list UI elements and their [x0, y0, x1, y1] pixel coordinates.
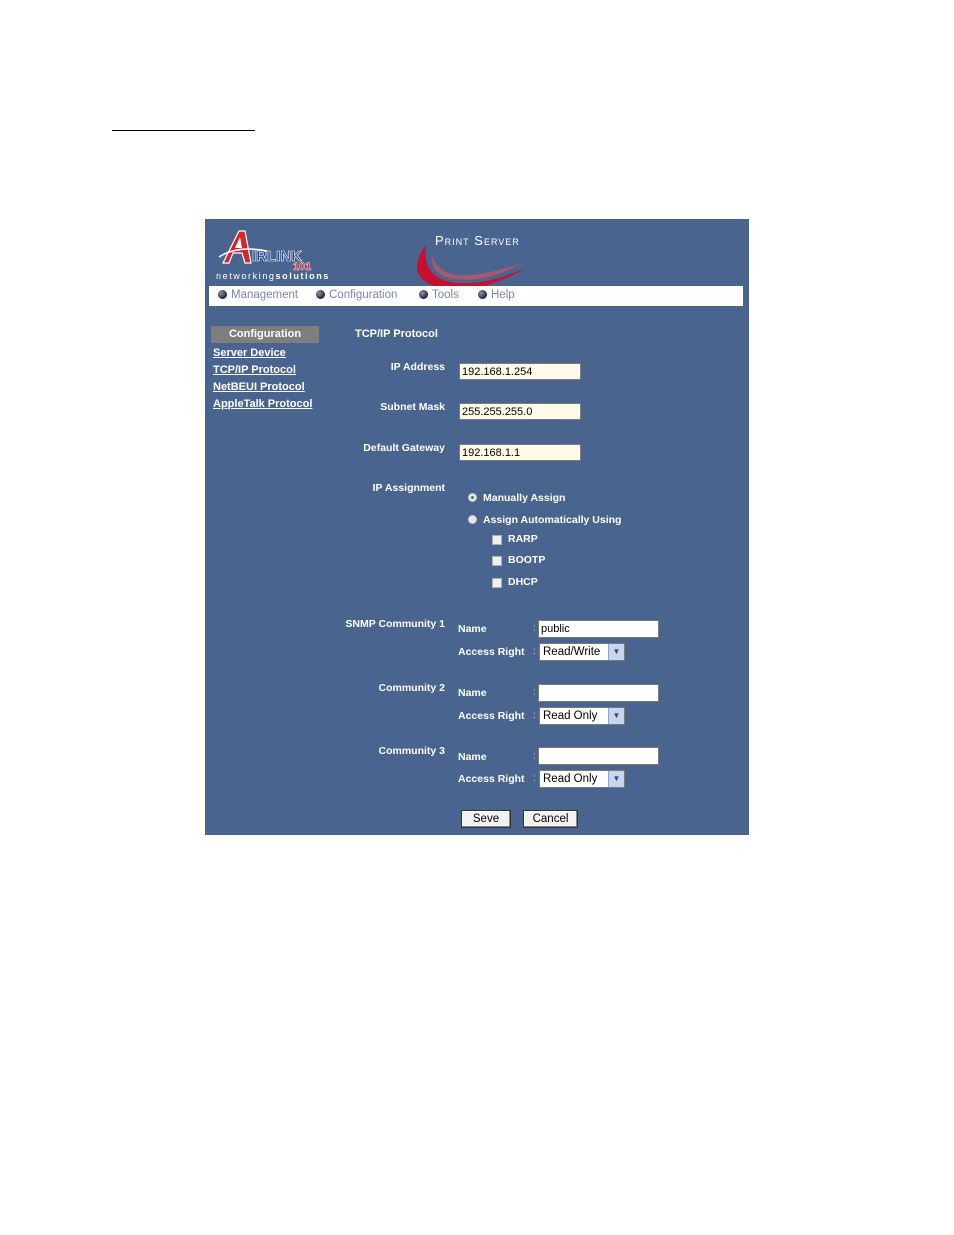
ip-assignment-label: IP Assignment	[372, 482, 445, 494]
community-1-name-label: Name	[458, 623, 487, 635]
community-3-title: Community 3	[378, 745, 445, 757]
sidebar-heading: Configuration	[211, 326, 319, 343]
colon-separator: :	[533, 623, 536, 634]
top-nav-bar: Management Configuration Tools Help	[209, 286, 743, 306]
nav-tools[interactable]: Tools	[419, 289, 459, 301]
ip-address-input[interactable]	[459, 363, 581, 380]
colon-separator: :	[533, 646, 536, 657]
bootp-label: BOOTP	[508, 554, 546, 566]
colon-separator: :	[533, 710, 536, 721]
community-2-name-label: Name	[458, 687, 487, 699]
logo-tagline: networkingsolutions	[216, 271, 330, 281]
manual-assign-label: Manually Assign	[483, 492, 566, 504]
sidebar-item-netbeui[interactable]: NetBEUI Protocol	[213, 381, 305, 393]
manual-assign-radio[interactable]	[468, 493, 477, 502]
community-3-access-select[interactable]: Read Only ▼	[539, 770, 625, 788]
community-1-access-select[interactable]: Read/Write ▼	[539, 643, 625, 661]
community-2-access-value: Read Only	[543, 710, 598, 722]
community-2-name-input[interactable]	[538, 684, 659, 702]
ip-address-label: IP Address	[390, 361, 445, 373]
dhcp-label: DHCP	[508, 576, 538, 588]
product-title: Print Server	[435, 233, 520, 248]
community-3-name-label: Name	[458, 751, 487, 763]
default-gateway-label: Default Gateway	[363, 442, 445, 454]
sidebar-item-server-device[interactable]: Server Device	[213, 347, 286, 359]
colon-separator: :	[533, 773, 536, 784]
colon-separator: :	[533, 687, 536, 698]
nav-help[interactable]: Help	[478, 289, 515, 301]
default-gateway-input[interactable]	[459, 444, 581, 461]
bootp-checkbox[interactable]	[492, 556, 502, 566]
community-1-access-value: Read/Write	[543, 646, 601, 658]
nav-configuration[interactable]: Configuration	[316, 289, 397, 301]
snmp-community-1-title: SNMP Community 1	[345, 618, 445, 630]
nav-management[interactable]: Management	[218, 289, 298, 301]
community-1-access-label: Access Right	[458, 646, 525, 658]
cancel-button[interactable]: Cancel	[523, 810, 578, 828]
community-2-access-select[interactable]: Read Only ▼	[539, 707, 625, 725]
community-1-name-input[interactable]	[538, 620, 659, 638]
subnet-mask-input[interactable]	[459, 403, 581, 420]
chevron-down-icon[interactable]: ▼	[608, 771, 624, 787]
dhcp-checkbox[interactable]	[492, 578, 502, 588]
auto-assign-label: Assign Automatically Using	[483, 514, 622, 526]
bullet-icon	[419, 290, 428, 299]
community-2-access-label: Access Right	[458, 710, 525, 722]
bullet-icon	[316, 290, 325, 299]
chevron-down-icon[interactable]: ▼	[608, 644, 624, 660]
community-2-title: Community 2	[378, 682, 445, 694]
section-title: TCP/IP Protocol	[355, 328, 438, 340]
print-server-panel: IRLINK 101 networkingsolutions Print Ser…	[205, 219, 749, 835]
bullet-icon	[218, 290, 227, 299]
save-button[interactable]: Seve	[461, 810, 511, 828]
rarp-label: RARP	[508, 533, 538, 545]
bullet-icon	[478, 290, 487, 299]
colon-separator: :	[533, 751, 536, 762]
subnet-mask-label: Subnet Mask	[380, 401, 445, 413]
community-3-name-input[interactable]	[538, 747, 659, 765]
community-3-access-label: Access Right	[458, 773, 525, 785]
rarp-checkbox[interactable]	[492, 535, 502, 545]
community-3-access-value: Read Only	[543, 773, 598, 785]
chevron-down-icon[interactable]: ▼	[608, 708, 624, 724]
document-rule	[112, 130, 255, 131]
auto-assign-radio[interactable]	[468, 515, 477, 524]
